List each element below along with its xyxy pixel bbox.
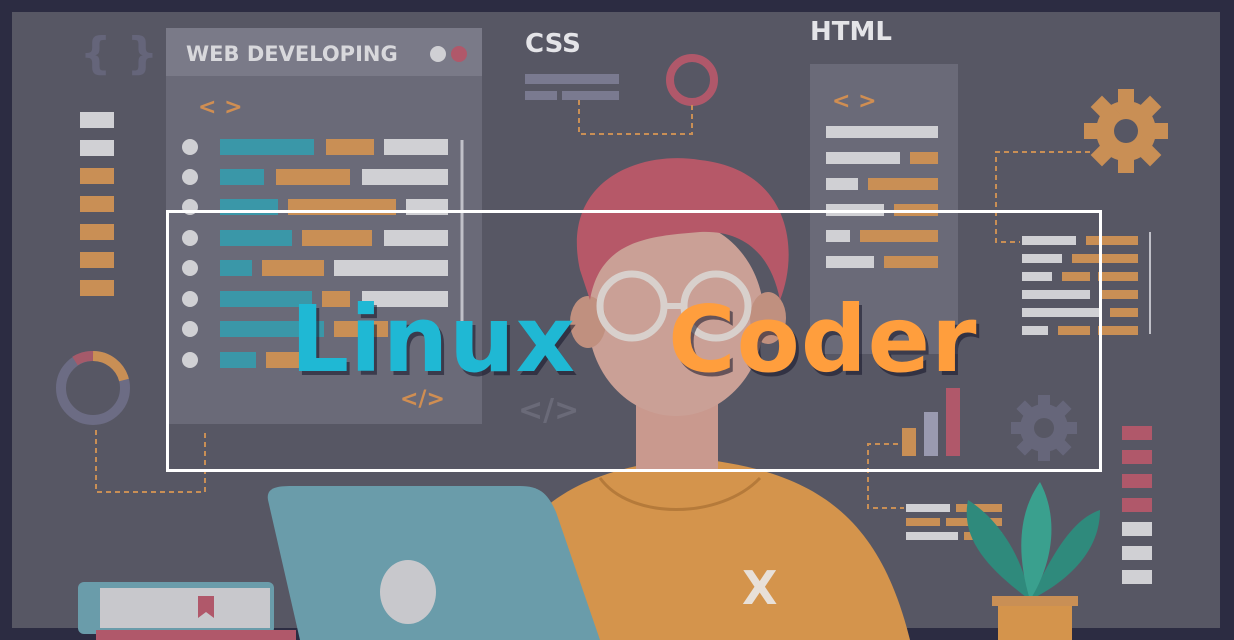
dot-icon bbox=[430, 46, 446, 62]
title-word-linux: Linux bbox=[290, 286, 577, 393]
braces-icon: { } bbox=[80, 28, 158, 79]
dot-icon bbox=[451, 46, 467, 62]
shirt-x-mark: X bbox=[742, 561, 777, 615]
css-label: CSS bbox=[525, 29, 581, 59]
gear-icon bbox=[1084, 89, 1168, 173]
html-label: HTML bbox=[810, 17, 892, 47]
laptop-icon bbox=[267, 486, 600, 640]
title-word-coder: Coder bbox=[668, 286, 978, 393]
books-icon bbox=[78, 582, 296, 640]
panel-title: WEB DEVELOPING bbox=[186, 42, 398, 66]
banner-image: { } WEB DEVELOPING < > </> CSS HTML < > … bbox=[0, 0, 1234, 640]
site-title: Linux Coder bbox=[166, 290, 1102, 390]
svg-text:< >: < > bbox=[832, 89, 877, 114]
code-open-tag: < > bbox=[198, 95, 243, 120]
